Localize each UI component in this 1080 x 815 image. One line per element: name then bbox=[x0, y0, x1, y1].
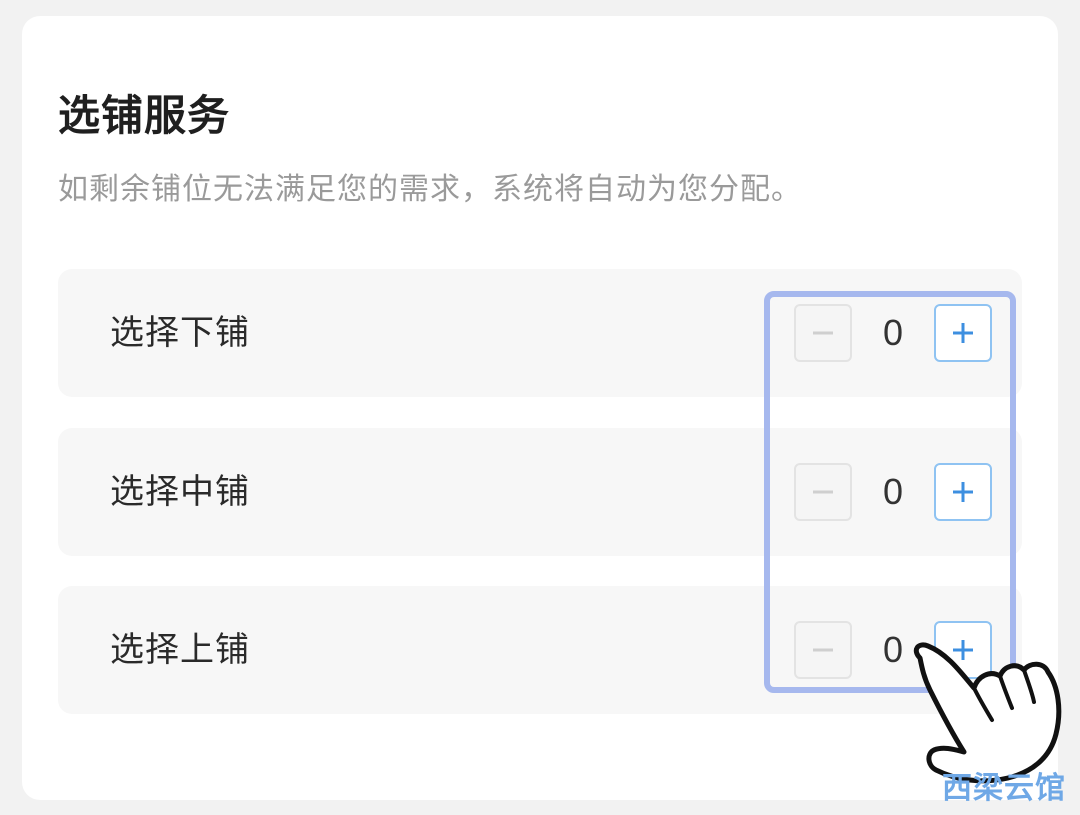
stepper-highlight-box bbox=[764, 291, 1016, 693]
section-subtitle: 如剩余铺位无法满足您的需求，系统将自动为您分配。 bbox=[58, 172, 802, 207]
watermark-logo: 西梁云馆 bbox=[942, 771, 1066, 806]
section-title: 选铺服务 bbox=[58, 91, 231, 140]
berth-label: 选择中铺 bbox=[110, 472, 250, 512]
berth-label: 选择下铺 bbox=[110, 313, 250, 353]
berth-label: 选择上铺 bbox=[110, 630, 250, 670]
